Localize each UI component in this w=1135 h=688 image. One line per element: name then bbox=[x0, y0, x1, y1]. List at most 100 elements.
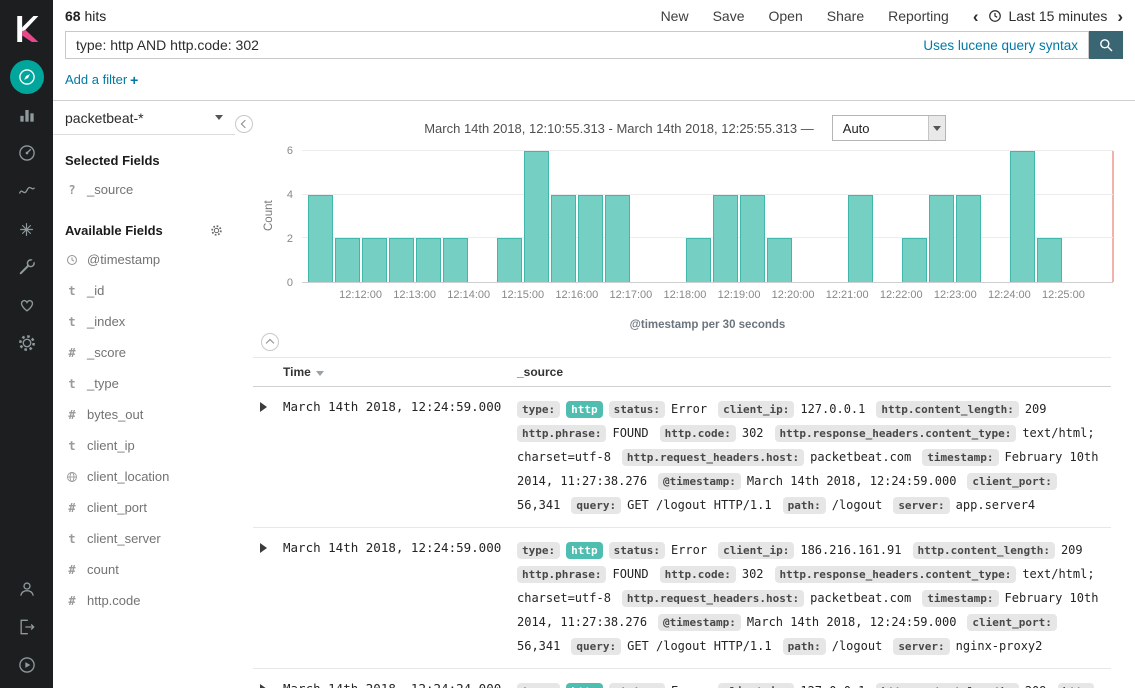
sidebar-item-apm[interactable] bbox=[0, 210, 53, 248]
field-item-score[interactable]: #_score bbox=[53, 337, 235, 368]
histogram-bar[interactable] bbox=[686, 238, 711, 282]
field-name: client_server bbox=[87, 531, 161, 546]
histogram-bar[interactable] bbox=[848, 195, 873, 282]
field-key-chip: timestamp: bbox=[922, 449, 998, 466]
row-source: type:httpstatus:Errorclient_ip:186.216.1… bbox=[517, 538, 1111, 658]
time-back-chevron-icon[interactable]: ‹ bbox=[973, 8, 979, 25]
field-key-chip: path: bbox=[783, 497, 826, 514]
histogram-bar[interactable] bbox=[740, 195, 765, 282]
field-name: _type bbox=[87, 376, 119, 391]
field-type-icon: t bbox=[65, 284, 79, 298]
histogram-bar[interactable] bbox=[416, 238, 441, 282]
field-item-timestamp[interactable]: @timestamp bbox=[53, 244, 235, 275]
histogram-header: March 14th 2018, 12:10:55.313 - March 14… bbox=[235, 115, 1135, 141]
sidebar-item-timelion[interactable] bbox=[0, 172, 53, 210]
sidebar-item-monitoring[interactable] bbox=[0, 286, 53, 324]
field-type-icon: # bbox=[65, 346, 79, 360]
field-item-clientport[interactable]: #client_port bbox=[53, 492, 235, 523]
field-item-httpcode[interactable]: #http.code bbox=[53, 585, 235, 616]
add-filter-link[interactable]: Add a filter bbox=[65, 72, 127, 87]
sidebar-item-management[interactable] bbox=[0, 324, 53, 362]
sort-desc-icon bbox=[316, 371, 324, 376]
add-filter-plus-icon[interactable]: + bbox=[130, 72, 138, 88]
app-rail bbox=[0, 0, 53, 688]
histogram-bar[interactable] bbox=[389, 238, 414, 282]
histogram-bar[interactable] bbox=[551, 195, 576, 282]
lucene-syntax-link[interactable]: Uses lucene query syntax bbox=[923, 38, 1078, 53]
field-item-bytesout[interactable]: #bytes_out bbox=[53, 399, 235, 430]
sidebar-item-dashboard[interactable] bbox=[0, 134, 53, 172]
menu-reporting[interactable]: Reporting bbox=[888, 8, 949, 24]
menu-open[interactable]: Open bbox=[769, 8, 803, 24]
expand-row-button[interactable] bbox=[253, 397, 283, 517]
field-value: 209 bbox=[1025, 684, 1047, 688]
index-pattern-selector[interactable]: packetbeat-* bbox=[53, 101, 235, 135]
index-pattern-label: packetbeat-* bbox=[65, 110, 144, 126]
field-key-chip: query: bbox=[571, 638, 621, 655]
field-key-chip: status: bbox=[609, 401, 665, 418]
sidebar-item-account[interactable] bbox=[0, 570, 53, 608]
field-key-chip: status: bbox=[609, 542, 665, 559]
kibana-logo[interactable] bbox=[0, 0, 53, 58]
histogram-bar[interactable] bbox=[497, 238, 522, 282]
y-tick-label: 2 bbox=[287, 233, 293, 245]
histogram-bar[interactable] bbox=[902, 238, 927, 282]
caret-right-icon bbox=[260, 543, 267, 553]
field-item-clientlocation[interactable]: client_location bbox=[53, 461, 235, 492]
histogram-bar[interactable] bbox=[362, 238, 387, 282]
histogram-bar[interactable] bbox=[713, 195, 738, 282]
histogram-bar[interactable] bbox=[443, 238, 468, 282]
field-key-chip: client_ip: bbox=[718, 542, 794, 559]
time-column-header[interactable]: Time bbox=[283, 365, 517, 379]
sidebar-item-dev-tools[interactable] bbox=[0, 248, 53, 286]
time-range-label: Last 15 minutes bbox=[1008, 8, 1107, 24]
expand-row-button[interactable] bbox=[253, 538, 283, 658]
menu-new[interactable]: New bbox=[661, 8, 689, 24]
menu-save[interactable]: Save bbox=[713, 8, 745, 24]
y-tick-label: 4 bbox=[287, 189, 293, 201]
histogram-bar[interactable] bbox=[308, 195, 333, 282]
field-item-id[interactable]: t_id bbox=[53, 275, 235, 306]
clock-icon bbox=[66, 254, 78, 266]
interval-select[interactable]: Auto bbox=[832, 115, 946, 141]
search-button[interactable] bbox=[1089, 31, 1123, 59]
expand-row-button[interactable] bbox=[253, 679, 283, 688]
histogram-bar[interactable] bbox=[524, 151, 549, 282]
field-item-type[interactable]: t_type bbox=[53, 368, 235, 399]
row-source: type:httpstatus:Errorclient_ip:127.0.0.1… bbox=[517, 397, 1111, 517]
sidebar-collapse-button[interactable] bbox=[0, 646, 53, 684]
histogram-bar[interactable] bbox=[1010, 151, 1035, 282]
field-item-clientserver[interactable]: tclient_server bbox=[53, 523, 235, 554]
select-arrow-button bbox=[928, 116, 945, 140]
histogram-bar[interactable] bbox=[929, 195, 954, 282]
field-item-count[interactable]: # count bbox=[53, 554, 235, 585]
histogram-bar[interactable] bbox=[767, 238, 792, 282]
sidebar-item-visualize[interactable] bbox=[0, 96, 53, 134]
time-forward-chevron-icon[interactable]: › bbox=[1117, 8, 1123, 25]
sidebar-item-logout[interactable] bbox=[0, 608, 53, 646]
field-key-chip: http.request_headers.host: bbox=[622, 449, 804, 466]
search-input[interactable] bbox=[66, 37, 923, 53]
sidebar-item-discover[interactable] bbox=[0, 58, 53, 96]
collapse-sidebar-button[interactable] bbox=[235, 115, 253, 133]
histogram-bar[interactable] bbox=[956, 195, 981, 282]
discover-main: March 14th 2018, 12:10:55.313 - March 14… bbox=[235, 101, 1135, 688]
row-source: type:httpstatus:Errorclient_ip:127.0.0.1… bbox=[517, 679, 1111, 688]
globe-icon bbox=[66, 471, 78, 483]
histogram-bar[interactable] bbox=[605, 195, 630, 282]
histogram-bar[interactable] bbox=[1037, 238, 1062, 282]
field-settings-gear-icon[interactable] bbox=[210, 224, 223, 237]
field-item-source[interactable]: ?_source bbox=[53, 174, 235, 205]
menu-share[interactable]: Share bbox=[827, 8, 864, 24]
x-tick-label: 12:20:00 bbox=[772, 289, 815, 301]
collapse-histogram-button[interactable] bbox=[261, 333, 279, 351]
histogram-bar[interactable] bbox=[335, 238, 360, 282]
time-picker-button[interactable]: Last 15 minutes bbox=[988, 8, 1107, 24]
field-item-index[interactable]: t_index bbox=[53, 306, 235, 337]
kibana-logo-icon bbox=[14, 14, 40, 44]
x-tick-label: 12:19:00 bbox=[718, 289, 761, 301]
field-type-icon: # bbox=[65, 563, 79, 577]
field-item-clientip[interactable]: tclient_ip bbox=[53, 430, 235, 461]
field-name: count bbox=[87, 562, 119, 577]
histogram-bar[interactable] bbox=[578, 195, 603, 282]
